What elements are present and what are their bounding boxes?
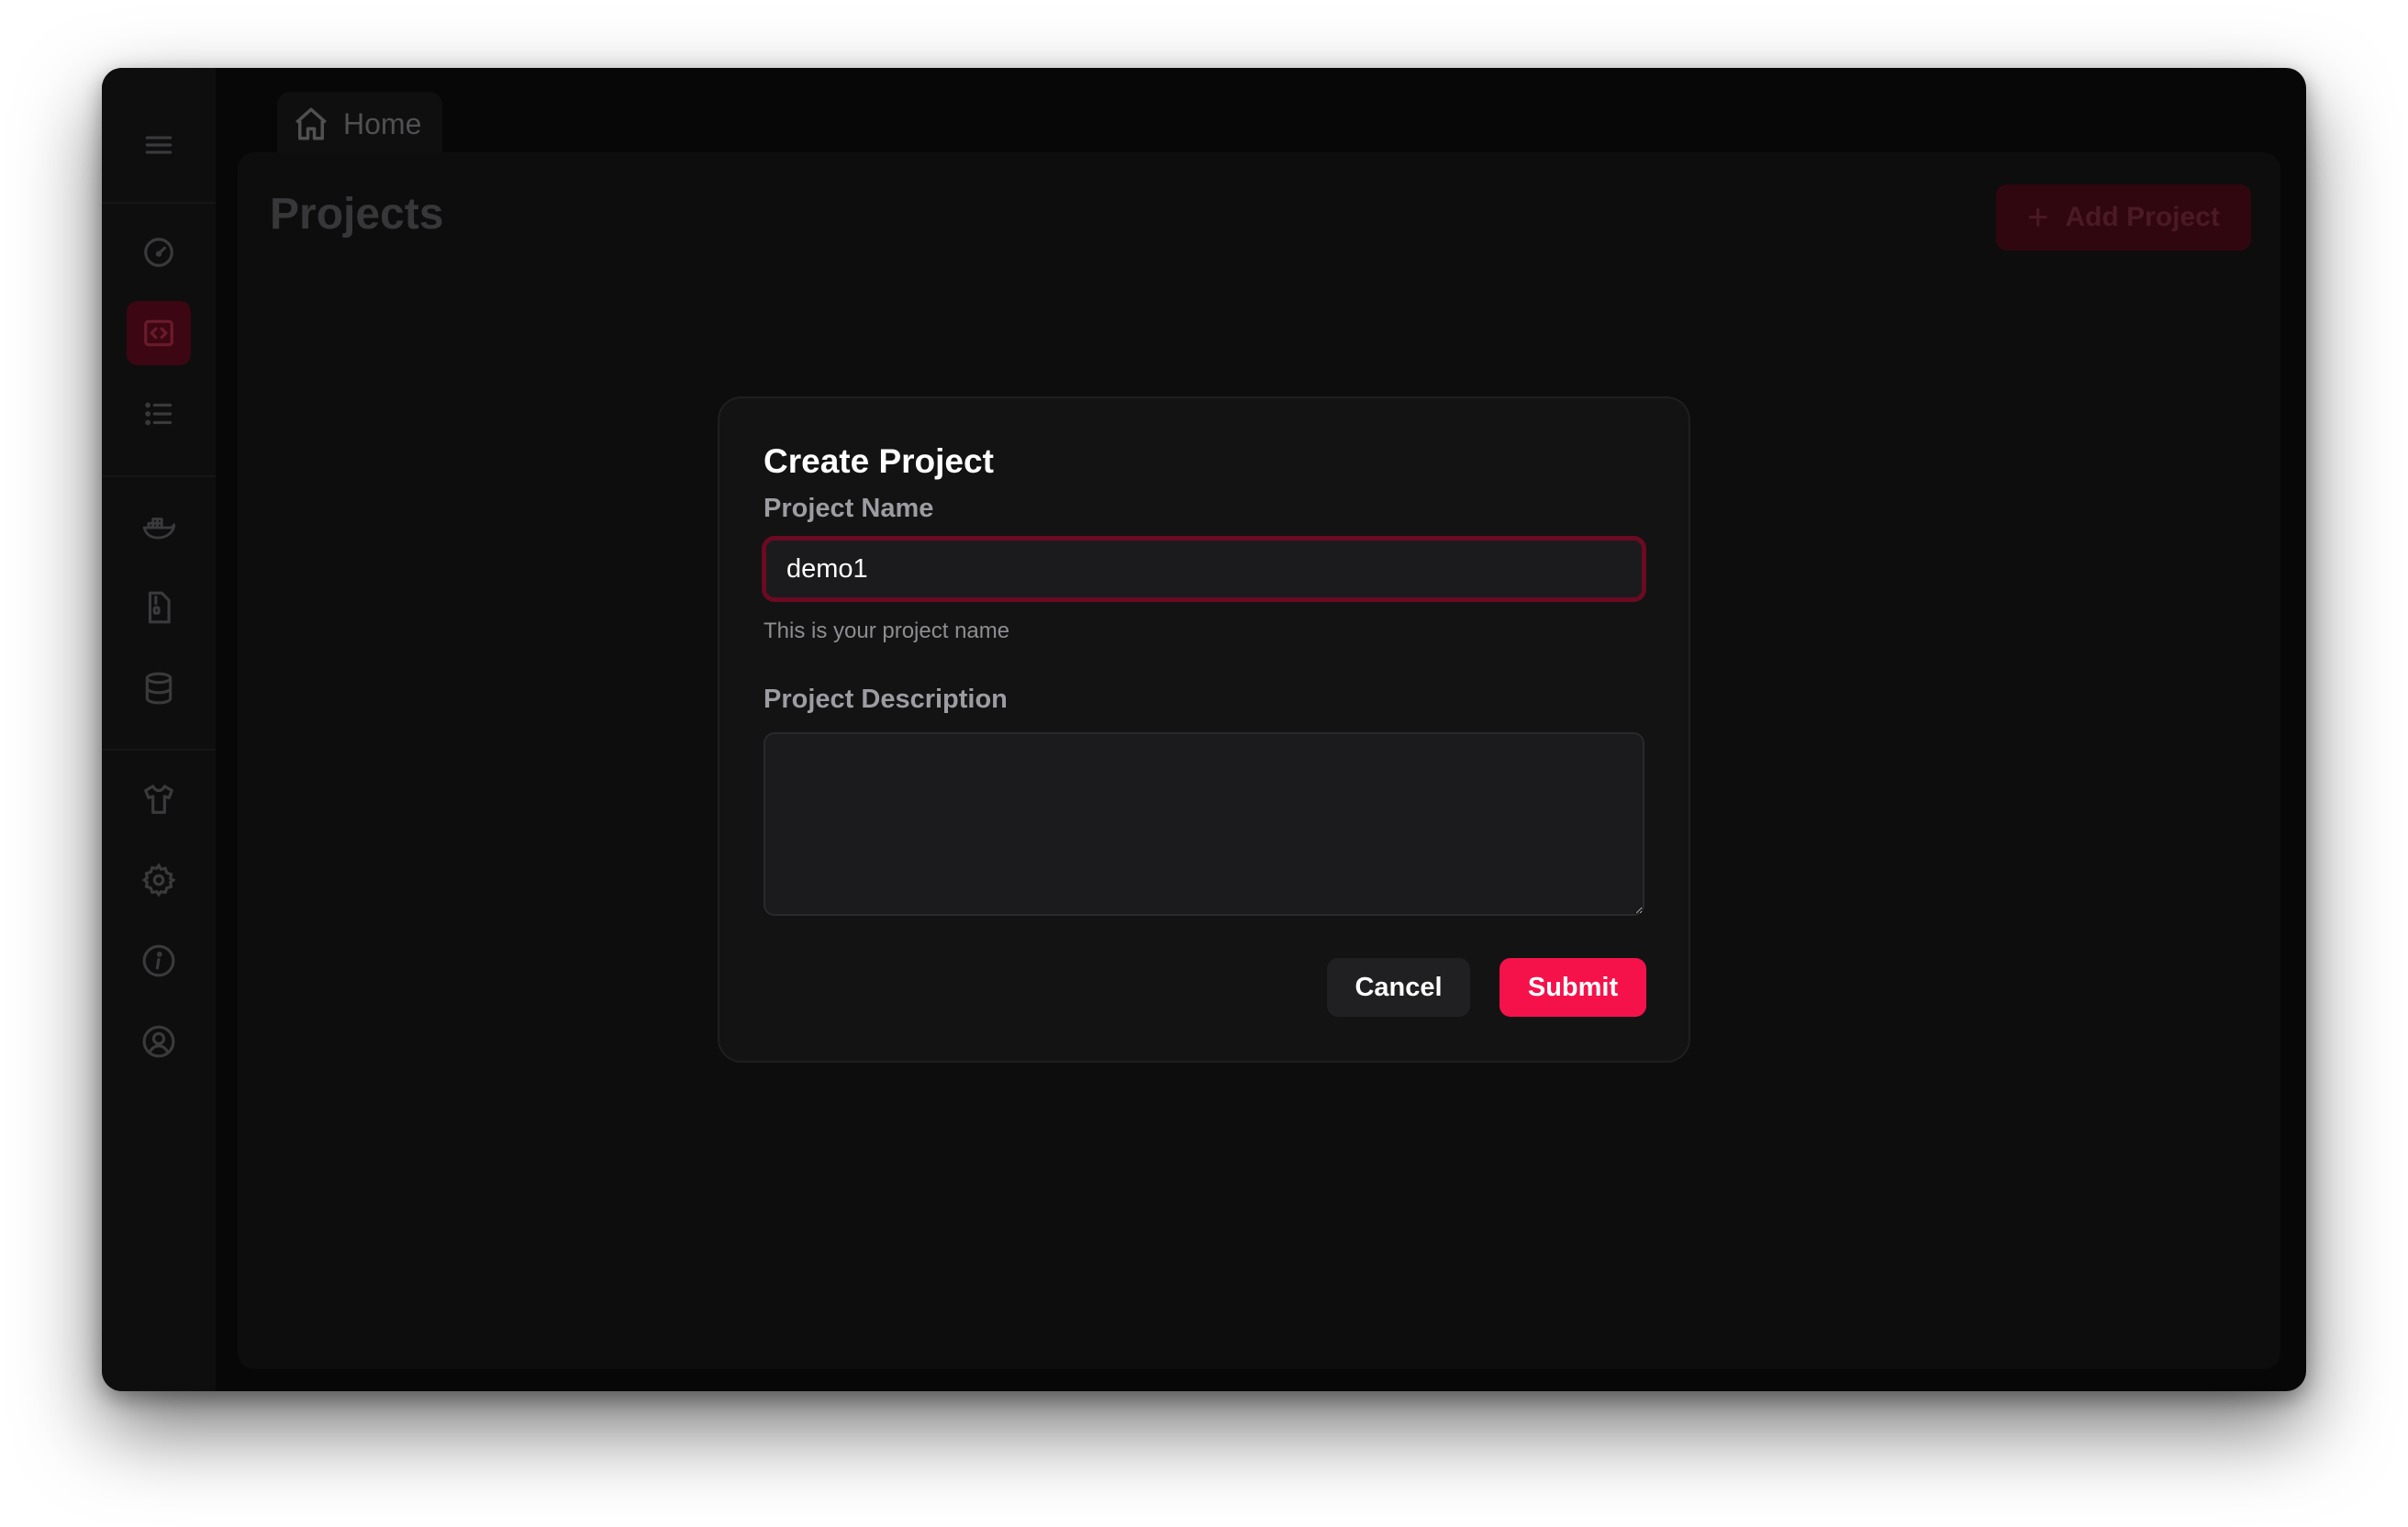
file-archive-icon [148,591,171,624]
plus-icon: + [2027,196,2049,238]
sidebar-item-docker[interactable] [127,496,191,560]
code-icon [144,319,173,347]
user-circle-icon [142,1025,175,1058]
database-icon [145,672,173,705]
sidebar-item-account[interactable] [127,1009,191,1074]
menu-icon[interactable] [127,113,191,177]
project-name-label: Project Name [764,494,934,523]
project-description-label: Project Description [764,685,1008,714]
list-icon [145,402,173,426]
shirt-icon [144,785,173,814]
gear-icon [141,863,176,897]
info-icon [142,944,175,977]
sidebar-divider [102,475,216,477]
dashboard-gauge-icon [144,238,173,267]
sidebar-divider [102,202,216,204]
sidebar-item-files[interactable] [127,575,191,640]
create-project-dialog: Create Project Project Name This is your… [718,396,1690,1063]
sidebar [102,68,216,1391]
sidebar-item-themes[interactable] [127,767,191,831]
sidebar-divider [102,749,216,751]
sidebar-item-settings[interactable] [127,848,191,912]
sidebar-item-list[interactable] [127,382,191,446]
dialog-title: Create Project [764,442,994,480]
sidebar-item-about[interactable] [127,929,191,993]
add-project-button[interactable]: + Add Project [1996,184,2251,251]
add-project-label: Add Project [2065,202,2220,232]
submit-button[interactable]: Submit [1499,958,1646,1017]
project-name-input[interactable] [762,536,1646,602]
project-description-input[interactable] [764,732,1644,916]
sidebar-item-dashboard[interactable] [127,220,191,284]
home-icon [295,107,327,140]
tab-label: Home [343,106,422,140]
sidebar-item-database[interactable] [127,656,191,720]
tab-home[interactable]: Home [277,92,442,156]
page-title: Projects [270,190,444,239]
cancel-button[interactable]: Cancel [1327,958,1470,1017]
sidebar-item-projects[interactable] [127,301,191,365]
project-name-hint: This is your project name [764,619,1010,643]
docker-icon [142,518,176,540]
